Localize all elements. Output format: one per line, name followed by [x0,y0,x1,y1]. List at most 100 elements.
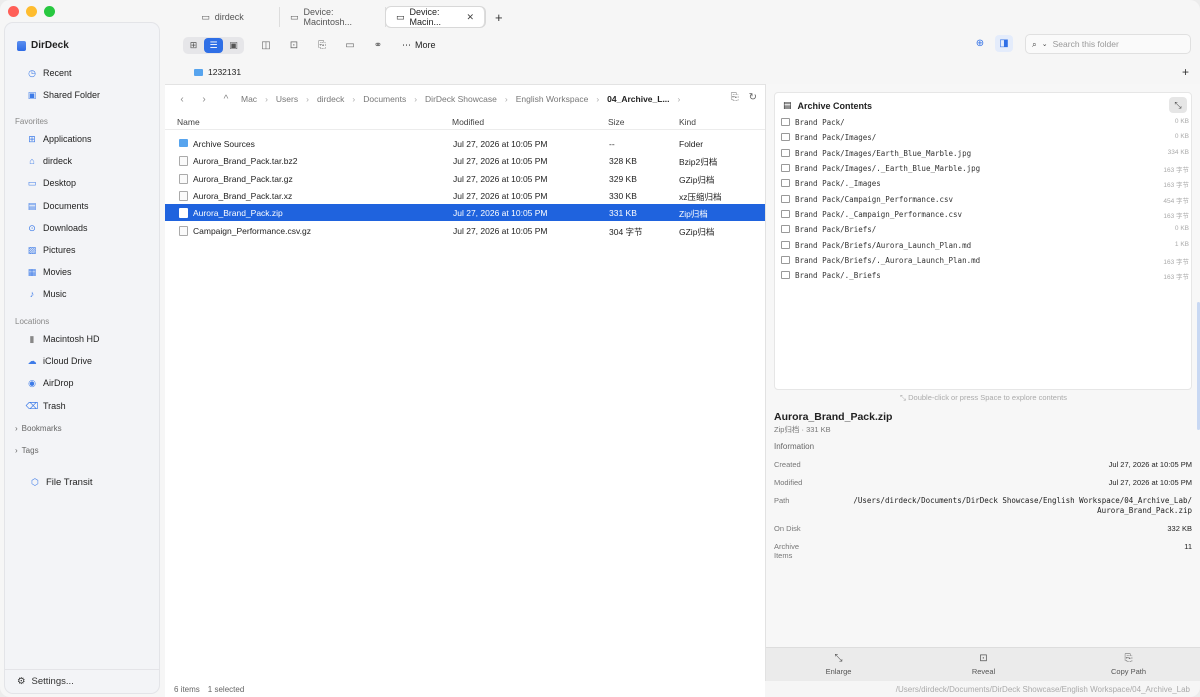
file-kind: Zip归档 [679,209,708,219]
gallery-view-icon[interactable]: ▣ [224,38,243,53]
sidebar-item-macintosh-hd[interactable]: ▮ Macintosh HD [27,331,100,347]
archive-entry[interactable]: Brand Pack/._Campaign_Performance.csv 163… [779,207,1189,222]
archive-entry-name: Brand Pack/Briefs/ [795,225,877,234]
column-header-name[interactable]: Name [177,117,200,127]
sidebar-item-dirdeck[interactable]: ⌂ dirdeck [27,153,72,169]
archive-entry-name: Brand Pack/Campaign_Performance.csv [795,195,954,204]
breadcrumb-item[interactable]: Mac [241,94,257,104]
sidebar-item-icloud-drive[interactable]: ☁ iCloud Drive [27,353,93,369]
sidebar-item-trash[interactable]: ⌫ Trash [26,398,66,414]
table-row[interactable]: Campaign_Performance.csv.gz Jul 27, 2026… [165,222,765,239]
sidebar-item-downloads[interactable]: ⊙ Downloads [27,220,88,236]
sidebar-item-label: Downloads [43,223,88,233]
column-header-kind[interactable]: Kind [679,117,696,127]
sidebar-item-file-transit[interactable]: ⬡ File Transit [30,474,92,490]
table-row[interactable]: Aurora_Brand_Pack.tar.xz Jul 27, 2026 at… [165,187,765,204]
file-icon [781,210,790,218]
breadcrumb: ‹ › ^ Mac › Users › dirdeck › Documents … [165,85,765,113]
list-view-icon[interactable]: ☰ [204,37,223,53]
folder-icon [781,133,790,141]
table-row-selected[interactable]: Aurora_Brand_Pack.zip Jul 27, 2026 at 10… [165,204,765,221]
up-icon[interactable]: ^ [219,94,233,105]
sidebar-item-documents[interactable]: ▤ Documents [27,198,89,214]
grid-view-icon[interactable]: ⊞ [184,38,203,53]
zoom-window-button[interactable] [44,6,55,17]
archive-entry[interactable]: Brand Pack/Briefs/._Aurora_Launch_Plan.m… [779,253,1189,268]
back-icon[interactable]: ‹ [175,94,189,105]
tags-section-toggle[interactable]: › Tags [15,446,39,455]
info-value-path-line1[interactable]: /Users/dirdeck/Documents/DirDeck Showcas… [853,496,1192,506]
status-item-count: 6 items [174,684,200,694]
archive-entry[interactable]: Brand Pack/Briefs/0 KB [779,222,1189,237]
copy-icon[interactable]: ⎘ [731,92,739,103]
window-controls [8,6,55,17]
sidebar-item-pictures[interactable]: ▨ Pictures [27,242,76,258]
info-label: Path [774,496,790,505]
minimize-window-button[interactable] [26,6,37,17]
breadcrumb-item[interactable]: English Workspace [516,94,589,104]
close-window-button[interactable] [8,6,19,17]
archive-entry[interactable]: Brand Pack/0 KB [779,115,1189,130]
tab-device-macintosh[interactable]: ▭ Device: Macintosh... [280,7,386,27]
add-workspace-button[interactable]: + [1182,65,1189,79]
sidebar-item-label: dirdeck [43,156,73,166]
sidebar-item-movies[interactable]: ▦ Movies [27,264,72,280]
archive-entry[interactable]: Brand Pack/._Images 163 字节 [779,176,1189,191]
table-row[interactable]: Archive Sources Jul 27, 2026 at 10:05 PM… [165,135,765,152]
breadcrumb-current[interactable]: 04_Archive_L... [607,94,669,104]
table-row[interactable]: Aurora_Brand_Pack.tar.bz2 Jul 27, 2026 a… [165,152,765,169]
tab-dirdeck[interactable]: ▭ dirdeck [166,7,280,27]
info-label: Items [774,551,793,560]
archive-entry[interactable]: Brand Pack/Images/0 KB [779,130,1189,145]
sidebar-item-applications[interactable]: ⊞ Applications [27,131,91,147]
settings-button[interactable]: ⚙ Settings... [5,669,159,693]
archive-title-label: Archive Contents [797,100,873,111]
breadcrumb-item[interactable]: Documents [363,94,406,104]
sidebar-item-shared-folder[interactable]: ▣ Shared Folder [27,87,100,103]
search-input[interactable]: ⌕ ⌄ Search this folder [1025,34,1191,54]
column-header-size[interactable]: Size [608,117,625,127]
archive-entry[interactable]: Brand Pack/Images/Earth_Blue_Marble.jpg 3… [779,146,1189,161]
breadcrumb-item[interactable]: Users [276,94,298,104]
link-icon[interactable]: ⚭ [368,37,388,53]
sidebar-item-airdrop[interactable]: ◉ AirDrop [27,375,73,391]
chevron-down-icon[interactable]: ⌄ [1042,40,1048,48]
new-folder-icon[interactable]: ⊡ [284,37,304,53]
selected-file-kind: Zip归档 · 331 KB [774,425,831,434]
preview-panel-icon[interactable]: ◨ [995,35,1013,52]
forward-icon[interactable]: › [197,94,211,105]
sidebar-item-desktop[interactable]: ▭ Desktop [27,175,76,191]
file-kind: Folder [679,139,704,149]
archive-entry[interactable]: Brand Pack/Briefs/Aurora_Launch_Plan.md 1… [779,238,1189,253]
new-tab-button[interactable]: + [495,10,503,25]
close-tab-icon[interactable]: ✕ [466,12,474,23]
workspace-bar[interactable]: 1232131 [194,67,241,77]
expand-icon[interactable]: ⤡ [1169,97,1187,113]
enlarge-button[interactable]: ⤡ Enlarge [766,648,911,681]
archive-entry[interactable]: Brand Pack/Campaign_Performance.csv 454 字… [779,192,1189,207]
split-view-icon[interactable]: ◫ [256,37,276,53]
new-file-icon[interactable]: ⎘ [312,37,332,53]
tab-device-active[interactable]: ▭ Device: Macin... ✕ [386,7,485,27]
info-value-path-line2[interactable]: Aurora_Brand_Pack.zip [1097,506,1192,516]
bookmarks-section-toggle[interactable]: › Bookmarks [15,424,62,433]
archive-entry-size: 334 KB [1167,149,1189,156]
table-row[interactable]: Aurora_Brand_Pack.tar.gz Jul 27, 2026 at… [165,170,765,187]
breadcrumb-item[interactable]: DirDeck Showcase [425,94,497,104]
file-kind: xz压缩归档 [679,192,722,202]
more-button[interactable]: ⋯ More [402,40,436,51]
breadcrumb-item[interactable]: dirdeck [317,94,344,104]
file-name: Aurora_Brand_Pack.tar.gz [193,174,293,184]
archive-entry-name: Brand Pack/Images/Earth_Blue_Marble.jpg [795,149,972,158]
network-icon[interactable]: ⊕ [971,35,989,52]
refresh-icon[interactable]: ↻ [749,92,757,103]
sidebar-item-recent[interactable]: ◷ Recent [27,65,71,81]
disk-icon: ▮ [29,333,35,344]
column-header-modified[interactable]: Modified [452,117,484,127]
archive-entry[interactable]: Brand Pack/Images/._Earth_Blue_Marble.jp… [779,161,1189,176]
copy-path-button[interactable]: ⎘ Copy Path [1056,648,1200,681]
reveal-button[interactable]: ⊡ Reveal [911,648,1056,681]
sidebar-item-music[interactable]: ♪ Music [27,286,67,302]
terminal-icon[interactable]: ▭ [340,37,360,53]
archive-entry[interactable]: Brand Pack/._Briefs 163 字节 [779,268,1189,283]
